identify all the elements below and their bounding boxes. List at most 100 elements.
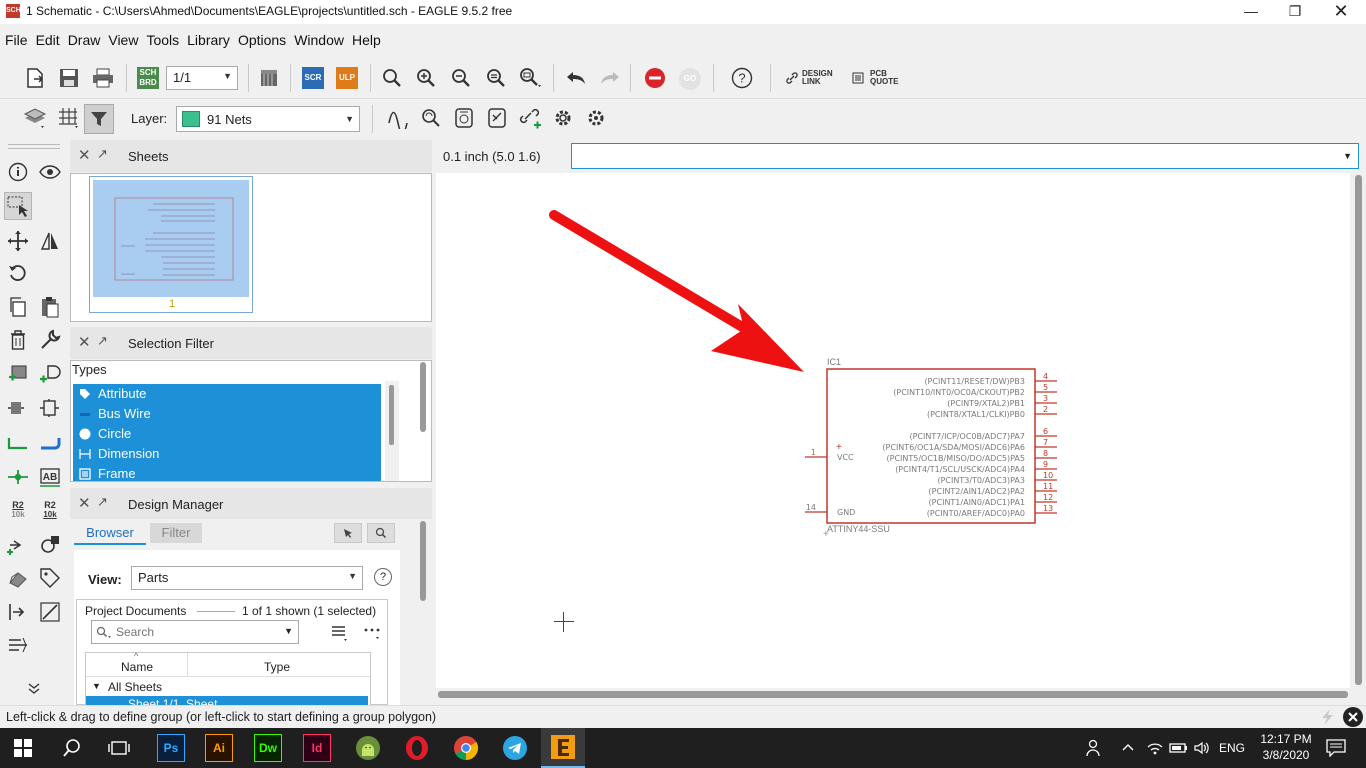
close-icon[interactable]: ✕	[78, 494, 91, 512]
types-scrollbar-thumb[interactable]	[389, 385, 394, 445]
type-item-frame[interactable]: Frame	[73, 464, 381, 481]
bus-icon[interactable]	[484, 105, 510, 131]
split-icon[interactable]	[5, 532, 31, 558]
menu-options[interactable]: Options	[233, 28, 289, 48]
save-icon[interactable]	[56, 65, 82, 91]
menu-view[interactable]: View	[103, 28, 141, 48]
column-type[interactable]: Type	[264, 660, 290, 674]
paste-icon[interactable]	[37, 294, 63, 320]
zoom-to-button[interactable]	[367, 523, 395, 543]
types-scrollbar-track[interactable]	[385, 381, 399, 481]
column-name[interactable]: Name	[121, 660, 153, 674]
search-icon[interactable]	[62, 738, 82, 761]
chevron-up-icon[interactable]	[1121, 740, 1135, 757]
smash-icon[interactable]	[5, 565, 31, 591]
wire-bend-icon[interactable]	[385, 105, 411, 131]
net-wire-icon[interactable]	[5, 431, 31, 457]
close-button[interactable]: ✕	[1318, 0, 1364, 24]
schematic-canvas[interactable]: IC1 ATTINY44-SSU + + 1 VCC 14 GND 4 (PCINT11…	[436, 173, 1350, 688]
mirror-icon[interactable]	[37, 228, 63, 254]
network-icon[interactable]	[1146, 739, 1164, 760]
search-input[interactable]	[116, 623, 281, 641]
view-select[interactable]: Parts ▼	[131, 566, 363, 590]
zoom-out-icon[interactable]	[448, 65, 474, 91]
add-part-icon[interactable]	[5, 361, 31, 387]
move-icon[interactable]	[5, 228, 31, 254]
gear-settings-icon[interactable]	[583, 105, 609, 131]
chrome-app-icon[interactable]	[453, 735, 479, 764]
undo-icon[interactable]	[563, 65, 589, 91]
android-app-icon[interactable]	[355, 735, 381, 764]
telegram-app-icon[interactable]	[502, 735, 528, 764]
invoke-icon[interactable]	[37, 532, 63, 558]
stop-command-button[interactable]	[1343, 707, 1363, 727]
script-button[interactable]: SCR	[302, 67, 324, 89]
task-view-icon[interactable]	[108, 738, 130, 761]
undock-icon[interactable]: ↗	[97, 494, 108, 510]
notification-icon[interactable]	[1326, 739, 1346, 760]
selection-filter-scrollbar-thumb[interactable]	[420, 362, 426, 432]
filter-button[interactable]	[84, 104, 114, 134]
align-icon[interactable]	[5, 632, 31, 658]
windows-start-icon[interactable]	[14, 739, 32, 760]
redo-icon[interactable]	[597, 65, 623, 91]
menu-edit[interactable]: Edit	[31, 28, 63, 48]
type-item-dimension[interactable]: Dimension	[73, 444, 381, 464]
layers-icon[interactable]	[22, 105, 48, 131]
sch-brd-switch-button[interactable]: SCH BRD	[137, 67, 159, 89]
type-item-attribute[interactable]: Attribute	[73, 384, 381, 404]
horizontal-scrollbar-thumb[interactable]	[438, 691, 1348, 698]
junction-icon[interactable]	[5, 464, 31, 490]
menu-tools[interactable]: Tools	[141, 28, 182, 48]
photoshop-app[interactable]: Ps	[157, 734, 185, 762]
indesign-app[interactable]: Id	[303, 734, 331, 762]
help-icon[interactable]: ?	[729, 65, 755, 91]
design-manager-scrollbar-thumb[interactable]	[420, 521, 426, 601]
menu-window[interactable]: Window	[289, 28, 347, 48]
menu-help[interactable]: Help	[347, 28, 384, 48]
ulp-button[interactable]: ULP	[336, 67, 358, 89]
open-icon[interactable]	[22, 65, 48, 91]
people-icon[interactable]	[1085, 739, 1103, 760]
design-link-button[interactable]: DESIGN LINK	[786, 70, 833, 86]
layer-select[interactable]: 91 Nets ▼	[176, 106, 360, 132]
minimize-button[interactable]: —	[1228, 0, 1274, 24]
search-box[interactable]: ▼	[91, 620, 299, 644]
zoom-in-icon[interactable]	[413, 65, 439, 91]
grid-icon[interactable]	[56, 105, 82, 131]
change-wrench-icon[interactable]	[37, 327, 63, 353]
library-icon[interactable]	[256, 65, 282, 91]
add-link-icon[interactable]	[517, 105, 543, 131]
volume-icon[interactable]	[1193, 739, 1211, 760]
name-tool-button[interactable]: R2 10k	[6, 500, 30, 520]
add-gate-icon[interactable]	[37, 361, 63, 387]
canvas-vertical-scrollbar[interactable]	[1352, 173, 1366, 688]
port-icon[interactable]	[5, 599, 31, 625]
expand-more-icon[interactable]	[21, 675, 47, 701]
menu-draw[interactable]: Draw	[63, 28, 104, 48]
draw-line-icon[interactable]	[37, 599, 63, 625]
help-icon[interactable]: ?	[374, 568, 392, 586]
delete-trash-icon[interactable]	[5, 327, 31, 353]
miter-icon[interactable]	[418, 105, 444, 131]
eagle-app-active[interactable]	[541, 728, 585, 768]
pin-swap-icon[interactable]	[37, 395, 63, 421]
tab-filter[interactable]: Filter	[150, 523, 202, 543]
value-tool-button[interactable]: R2 10k	[38, 500, 62, 520]
more-options-icon[interactable]	[363, 624, 381, 645]
stop-icon[interactable]	[642, 65, 668, 91]
gear-icon[interactable]	[550, 105, 576, 131]
sheet-thumbnail[interactable]: 1	[89, 176, 253, 313]
clock[interactable]: 12:17 PM 3/8/2020	[1256, 732, 1316, 762]
go-button[interactable]: GO	[679, 68, 701, 90]
zoom-redraw-icon[interactable]	[483, 65, 509, 91]
command-line[interactable]: ▼	[571, 143, 1359, 169]
copy-icon[interactable]	[5, 294, 31, 320]
vertical-scrollbar-thumb[interactable]	[1355, 175, 1362, 685]
language-indicator[interactable]: ENG	[1219, 741, 1245, 755]
battery-icon[interactable]	[1169, 739, 1189, 760]
type-item-bus-wire[interactable]: Bus Wire	[73, 404, 381, 424]
undock-icon[interactable]: ↗	[97, 333, 108, 349]
sheet-select[interactable]: 1/1 ▼	[166, 66, 238, 90]
menu-file[interactable]: File	[0, 28, 31, 48]
